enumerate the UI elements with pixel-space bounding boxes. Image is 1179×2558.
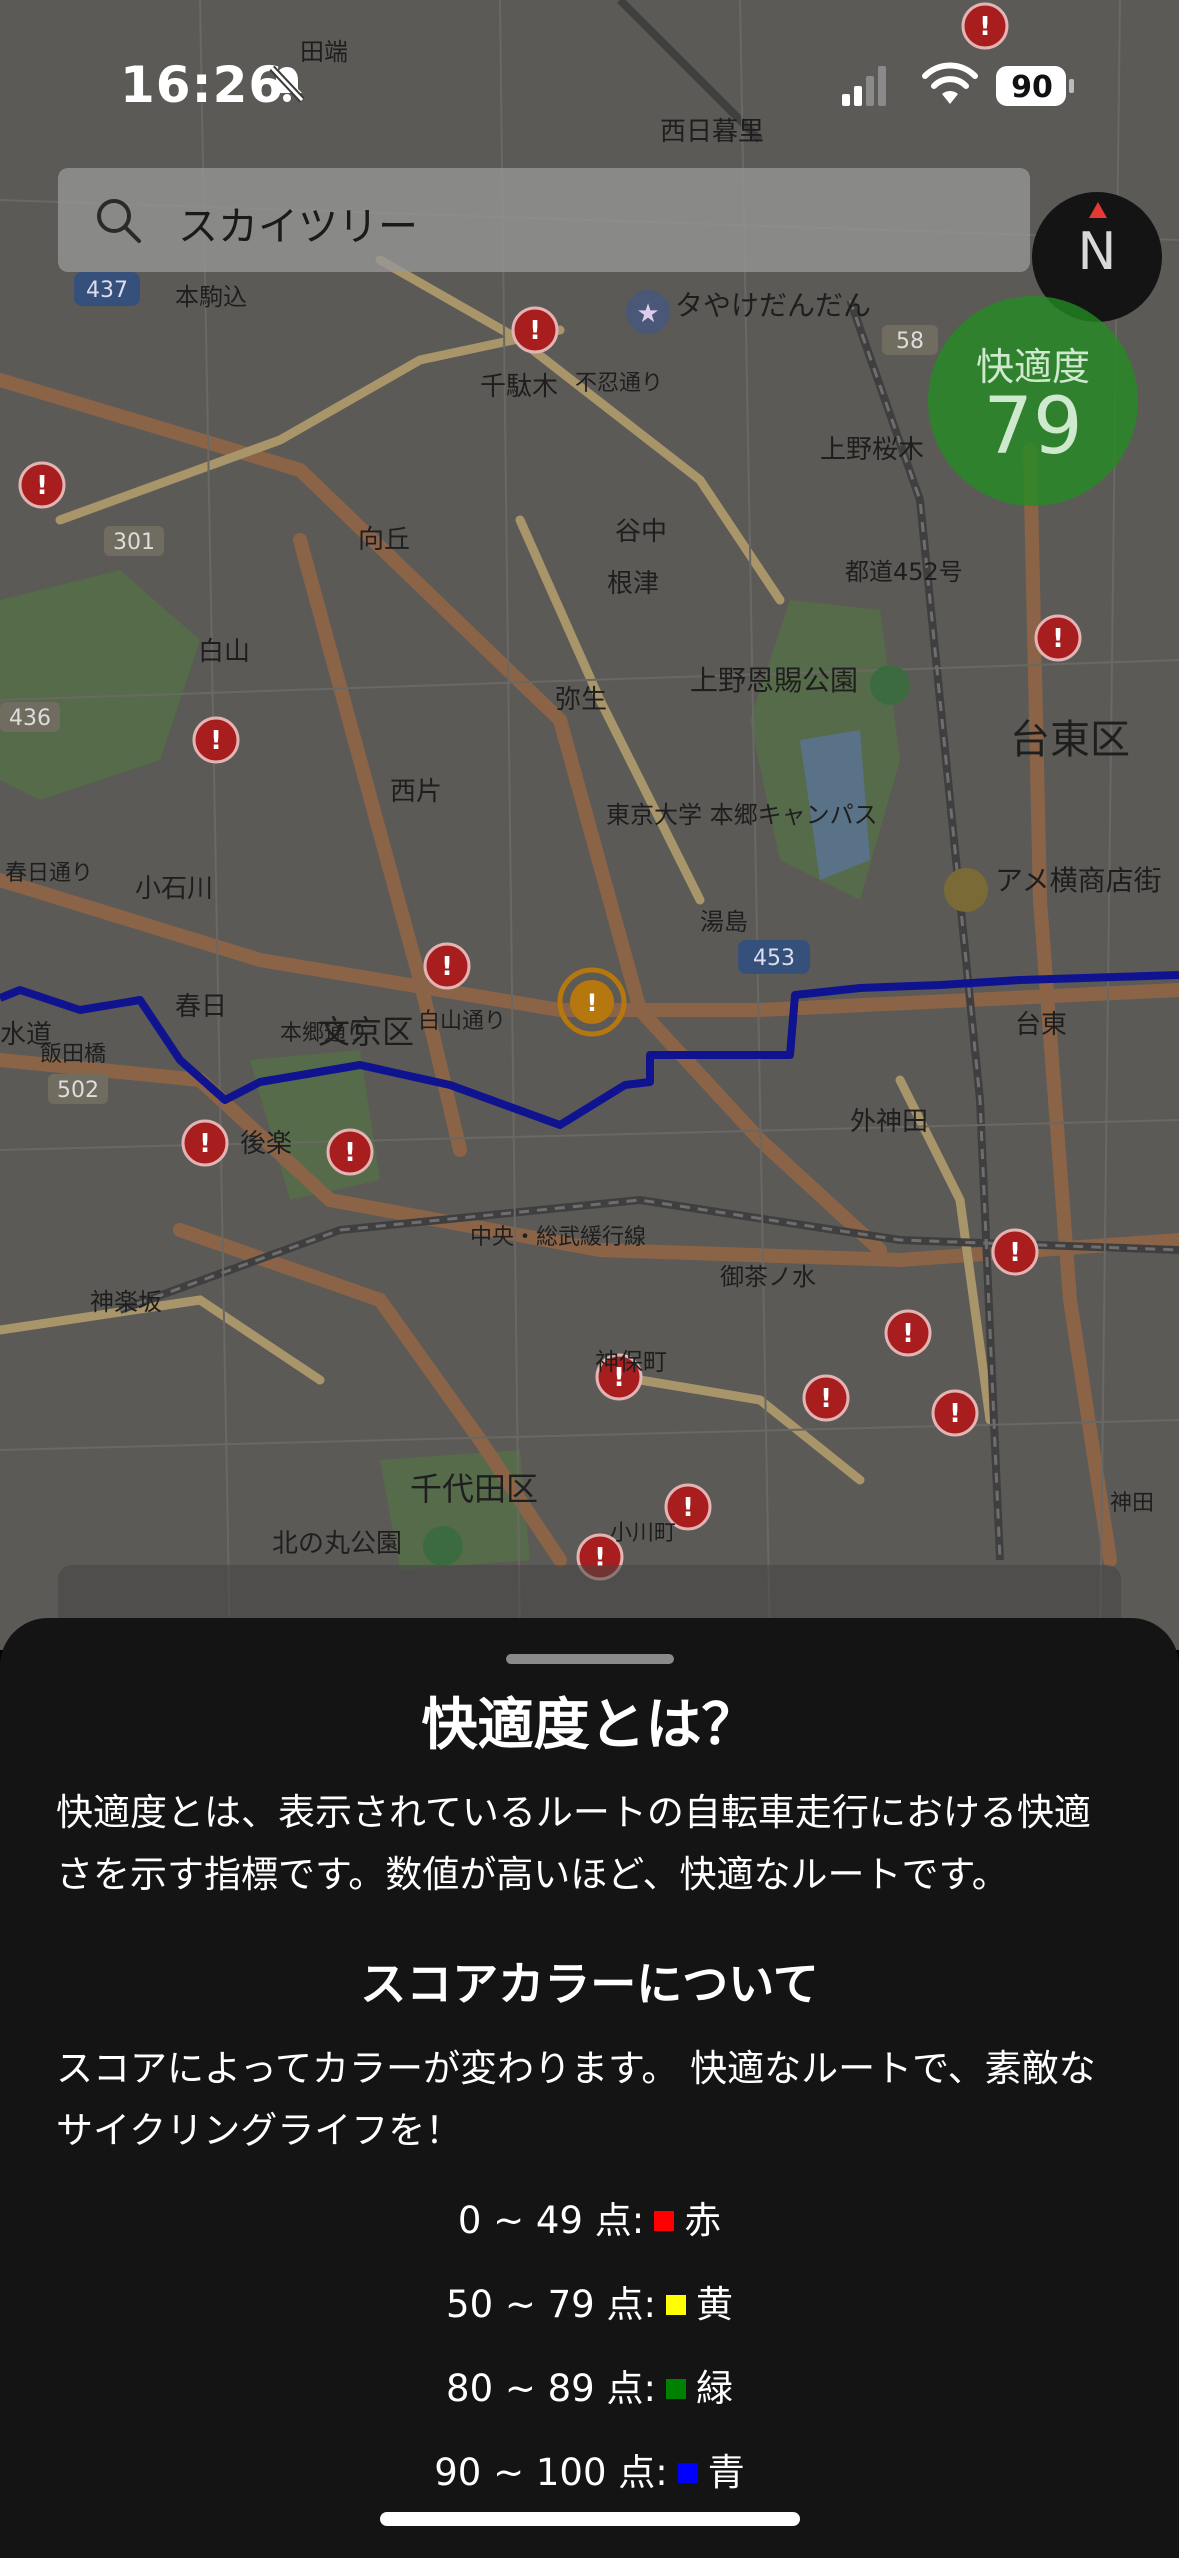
score-range-blue: 90 ~ 100 点: 青 xyxy=(0,2442,1179,2496)
score-range: 0 ~ 49 点: xyxy=(457,2199,645,2242)
svg-text:453: 453 xyxy=(753,946,795,971)
map-place-label: 神楽坂 xyxy=(90,1288,162,1316)
compass-label: N xyxy=(1077,222,1117,282)
score-color-name: 赤 xyxy=(684,2199,722,2242)
map-place-label: 台東 xyxy=(1015,1010,1067,1040)
comfort-info-sheet: 快適度とは？ 快適度とは、表示されているルートの自転車走行における快適さを示す指… xyxy=(0,1618,1179,2558)
svg-text:!: ! xyxy=(1052,624,1064,654)
svg-text:!: ! xyxy=(210,726,222,756)
svg-text:436: 436 xyxy=(9,706,51,731)
search-icon xyxy=(97,199,141,243)
map-place-label: 北の丸公園 xyxy=(272,1529,402,1559)
map-place-label: 外神田 xyxy=(850,1107,928,1137)
map-place-label: 台東区 xyxy=(1010,717,1130,763)
map-place-label: 本駒込 xyxy=(175,283,247,311)
map-place-label: 小石川 xyxy=(135,874,213,904)
map-place-label: 西片 xyxy=(390,777,442,807)
score-range-yellow: 50 ~ 79 点: 黄 xyxy=(0,2274,1179,2328)
map-place-label: 白山通り xyxy=(418,1009,506,1034)
map-place-label: 不忍通り xyxy=(575,371,663,396)
color-swatch-yellow xyxy=(665,2294,686,2315)
map-place-label: 神田 xyxy=(1110,1491,1154,1516)
svg-text:!: ! xyxy=(682,1493,694,1523)
score-range: 90 ~ 100 点: xyxy=(434,2451,668,2494)
svg-text:!: ! xyxy=(902,1319,914,1349)
search-input[interactable]: スカイツリー xyxy=(178,194,418,252)
score-range-green: 80 ~ 89 点: 緑 xyxy=(0,2358,1179,2412)
color-swatch-green xyxy=(665,2378,686,2399)
svg-text:!: ! xyxy=(1009,1238,1021,1268)
map-place-label: 千駄木 xyxy=(480,372,558,402)
map-place-label: タやけだんだん xyxy=(675,289,871,322)
map-place-label: 上野桜木 xyxy=(820,435,924,465)
color-swatch-blue xyxy=(677,2462,698,2483)
map-place-label: 小川町 xyxy=(610,1521,676,1546)
comfort-description: 快適度とは、表示されているルートの自転車走行における快適さを示す指標です。数値が… xyxy=(56,1791,1091,1896)
map-place-label: 弥生 xyxy=(555,685,607,715)
svg-text:!: ! xyxy=(587,989,598,1017)
svg-text:!: ! xyxy=(820,1384,832,1414)
map-place-label: 御茶ノ水 xyxy=(720,1263,816,1291)
svg-text:301: 301 xyxy=(113,530,155,555)
compass-north-arrow-icon xyxy=(1089,202,1107,218)
silent-mode-icon xyxy=(269,65,305,103)
score-range: 80 ~ 89 点: xyxy=(446,2367,656,2410)
map-place-label: 根津 xyxy=(607,569,659,599)
map-place-label: 東京大学 本郷キャンパス xyxy=(606,801,878,829)
svg-text:!: ! xyxy=(199,1129,211,1159)
sheet-grabber[interactable] xyxy=(506,1654,674,1664)
svg-text:437: 437 xyxy=(86,278,128,303)
status-time: 16:26 xyxy=(120,56,285,114)
score-color-heading: スコアカラーについて xyxy=(360,1957,819,2011)
map-place-label: 都道452号 xyxy=(845,558,963,586)
score-range-red: 0 ~ 49 点: 赤 xyxy=(0,2190,1179,2244)
status-bar: 16:26 90 xyxy=(0,0,1179,160)
battery-level: 90 xyxy=(1011,70,1053,105)
map-place-label: 中央・総武緩行線 xyxy=(470,1225,646,1250)
map-place-label: 上野恩賜公園 xyxy=(690,664,858,697)
map-place-label: 本郷通り xyxy=(280,1021,368,1046)
map-place-label: 湯島 xyxy=(700,908,748,936)
comfort-score: 79 xyxy=(983,382,1083,472)
score-color-description: スコアによってカラーが変わります。 快適なルートで、素敵なサイクリングライフを！ xyxy=(56,2047,1096,2152)
svg-text:!: ! xyxy=(441,952,453,982)
score-color-name: 黄 xyxy=(695,2283,733,2326)
map-place-label: アメ横商店街 xyxy=(995,864,1162,897)
comfort-score-badge[interactable]: 快適度 79 xyxy=(928,296,1138,506)
map-place-label: 千代田区 xyxy=(410,1470,538,1508)
svg-text:502: 502 xyxy=(57,1078,99,1103)
svg-text:★: ★ xyxy=(636,299,659,329)
svg-text:!: ! xyxy=(36,471,48,501)
map-place-label: 白山 xyxy=(198,637,250,667)
map-place-label: 後楽 xyxy=(240,1129,292,1159)
color-swatch-red xyxy=(654,2210,675,2231)
score-color-name: 緑 xyxy=(695,2367,733,2410)
sheet-title: 快適度とは？ xyxy=(421,1693,758,1758)
map-place-label: 春日通り xyxy=(5,861,93,886)
map-place-label: 谷中 xyxy=(615,517,667,547)
cellular-signal-icon xyxy=(842,66,886,106)
score-range: 50 ~ 79 点: xyxy=(446,2283,656,2326)
score-color-name: 青 xyxy=(707,2451,745,2494)
svg-text:58: 58 xyxy=(896,329,924,354)
svg-text:!: ! xyxy=(529,316,541,346)
search-bar[interactable]: スカイツリー xyxy=(58,168,1030,272)
map-place-label: 神保町 xyxy=(595,1348,667,1376)
svg-text:!: ! xyxy=(949,1399,961,1429)
wifi-icon xyxy=(922,62,978,104)
map-place-label: 飯田橋 xyxy=(40,1042,106,1067)
svg-text:!: ! xyxy=(344,1138,356,1168)
map-place-label: 春日 xyxy=(175,992,227,1022)
map-place-label: 向丘 xyxy=(358,525,410,555)
home-indicator[interactable] xyxy=(380,2512,800,2526)
